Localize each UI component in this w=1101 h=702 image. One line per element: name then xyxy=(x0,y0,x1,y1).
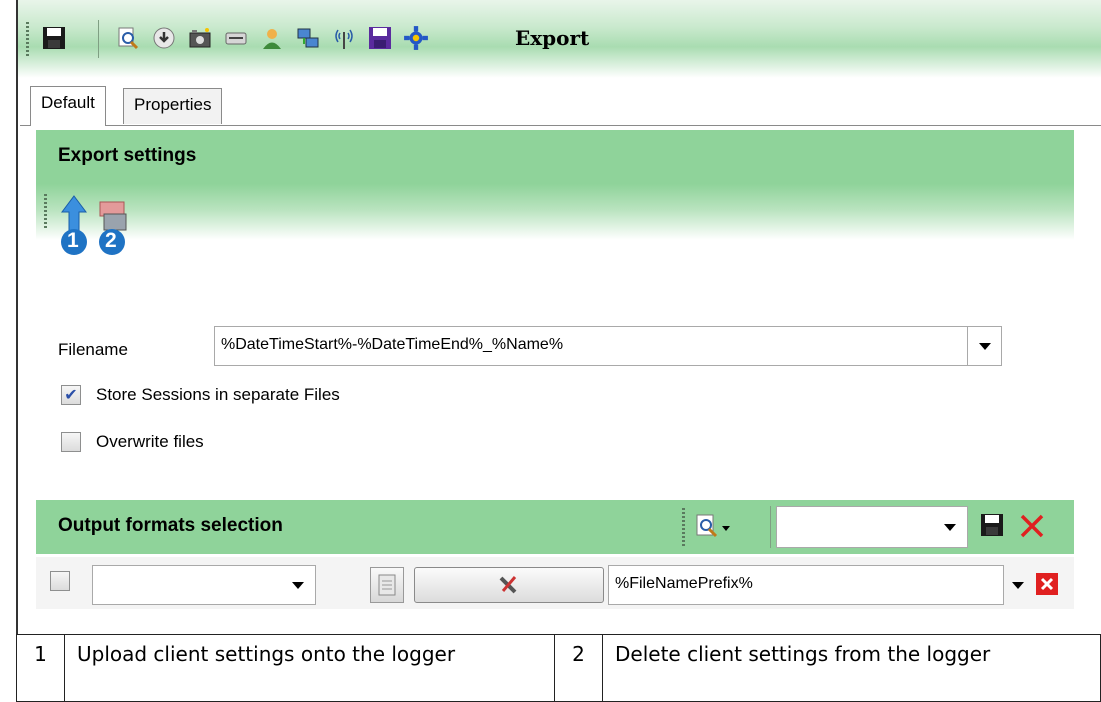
output-format-row: %FileNamePrefix% xyxy=(36,557,1074,609)
format-row-checkbox[interactable] xyxy=(50,571,70,591)
format-select-arrow[interactable] xyxy=(933,507,967,547)
file-prefix-value[interactable]: %FileNamePrefix% xyxy=(615,575,753,592)
tab-strip: Default Properties xyxy=(20,82,1101,126)
card-icon[interactable] xyxy=(222,24,250,52)
chevron-down-icon xyxy=(944,523,956,531)
format-config-button[interactable] xyxy=(414,567,604,603)
chevron-down-icon xyxy=(292,581,304,589)
export-settings-header: Export settings xyxy=(36,130,1074,184)
legend-row: 1 Upload client settings onto the logger… xyxy=(16,634,1101,702)
tab-properties[interactable]: Properties xyxy=(123,88,223,124)
export-settings-toolbar: 1 2 xyxy=(36,184,1074,255)
tools-icon xyxy=(499,576,517,594)
export-gear-icon[interactable] xyxy=(402,24,430,52)
legend-table: 1 Upload client settings onto the logger… xyxy=(16,634,1101,702)
delete-badge: 2 xyxy=(105,229,117,252)
checkmark-icon: ✔ xyxy=(64,387,78,404)
output-toolbar-separator xyxy=(770,506,771,548)
export-settings-title: Export settings xyxy=(58,145,197,166)
legend-text-2: Delete client settings from the logger xyxy=(602,634,1101,702)
preview-icon[interactable] xyxy=(114,24,142,52)
file-prefix-arrow[interactable] xyxy=(1004,565,1032,605)
filename-value[interactable]: %DateTimeStart%-%DateTimeEnd%_%Name% xyxy=(221,336,563,353)
tab-default[interactable]: Default xyxy=(30,86,106,126)
output-formats-title: Output formats selection xyxy=(58,515,283,536)
sub-toolbar-grip[interactable] xyxy=(44,194,47,228)
store-sessions-checkbox[interactable]: ✔ xyxy=(61,385,81,405)
output-formats-header: Output formats selection xyxy=(36,500,1074,554)
overwrite-files-label[interactable]: Overwrite files xyxy=(96,432,204,452)
download-icon[interactable] xyxy=(150,24,178,52)
save-purple-icon[interactable] xyxy=(366,24,394,52)
format-row-type-arrow[interactable] xyxy=(281,566,315,604)
delete-settings-icon[interactable]: 2 xyxy=(96,194,130,260)
format-settings-button[interactable] xyxy=(370,567,404,603)
toolbar-grip[interactable] xyxy=(26,22,29,58)
legend-text-1: Upload client settings onto the logger xyxy=(64,634,555,702)
upload-badge: 1 xyxy=(67,229,79,252)
filename-combo[interactable]: %DateTimeStart%-%DateTimeEnd%_%Name% xyxy=(214,326,1002,366)
file-prefix-combo[interactable]: %FileNamePrefix% xyxy=(608,565,1004,605)
chevron-down-icon xyxy=(1012,581,1024,589)
preview-dropdown-button[interactable] xyxy=(694,512,738,542)
chevron-down-icon xyxy=(978,342,991,350)
delete-format-icon[interactable] xyxy=(1018,512,1046,540)
network-icon[interactable] xyxy=(294,24,322,52)
antenna-icon[interactable] xyxy=(330,24,358,52)
overwrite-files-checkbox[interactable] xyxy=(61,432,81,452)
export-label[interactable]: Export xyxy=(515,26,589,50)
remove-format-icon[interactable] xyxy=(1036,573,1058,595)
format-row-type-combo[interactable] xyxy=(92,565,316,605)
main-toolbar: Export xyxy=(18,0,1101,78)
camera-icon[interactable] xyxy=(186,24,214,52)
legend-num-1: 1 xyxy=(16,634,65,702)
store-sessions-label[interactable]: Store Sessions in separate Files xyxy=(96,385,340,405)
toolbar-separator xyxy=(98,20,99,58)
save-format-icon[interactable] xyxy=(980,513,1006,539)
user-icon[interactable] xyxy=(258,24,286,52)
tab-content-border xyxy=(20,125,1101,126)
filename-dropdown-arrow[interactable] xyxy=(967,327,1001,365)
upload-settings-icon[interactable]: 1 xyxy=(58,194,90,260)
filename-label: Filename xyxy=(58,340,128,359)
output-toolbar-grip[interactable] xyxy=(682,508,685,546)
save-icon[interactable] xyxy=(40,24,68,52)
format-select-combo[interactable] xyxy=(776,506,968,548)
legend-num-2: 2 xyxy=(554,634,603,702)
